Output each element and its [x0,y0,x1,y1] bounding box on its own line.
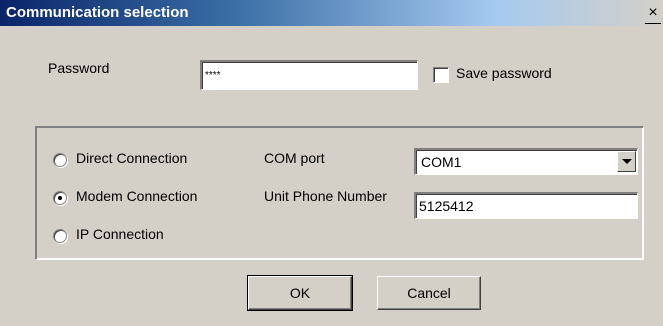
window-title: Communication selection [6,4,189,21]
radio-direct-connection-label[interactable]: Direct Connection [76,150,187,166]
password-field[interactable] [200,60,418,90]
com-port-label: COM port [264,150,325,166]
radio-modem-connection-label[interactable]: Modem Connection [76,188,197,204]
save-password-checkbox[interactable] [433,67,449,83]
password-label: Password [48,60,110,76]
radio-ip-connection[interactable] [53,229,67,243]
cancel-button[interactable]: Cancel [377,276,481,310]
radio-selected-dot [58,196,62,200]
unit-phone-number-input[interactable] [416,194,637,218]
dropdown-arrow-icon[interactable] [617,151,636,172]
unit-phone-number-field[interactable] [414,192,638,219]
radio-ip-connection-label[interactable]: IP Connection [76,226,164,242]
com-port-select[interactable]: COM1 [414,148,638,175]
close-button[interactable]: × [645,3,661,24]
password-input[interactable] [202,62,417,89]
unit-phone-number-label: Unit Phone Number [264,188,387,204]
com-port-value: COM1 [421,154,462,170]
radio-modem-connection[interactable] [53,191,67,205]
save-password-label: Save password [456,65,552,81]
title-bar: Communication selection × [0,0,663,26]
radio-direct-connection[interactable] [53,153,67,167]
ok-button[interactable]: OK [247,275,353,311]
